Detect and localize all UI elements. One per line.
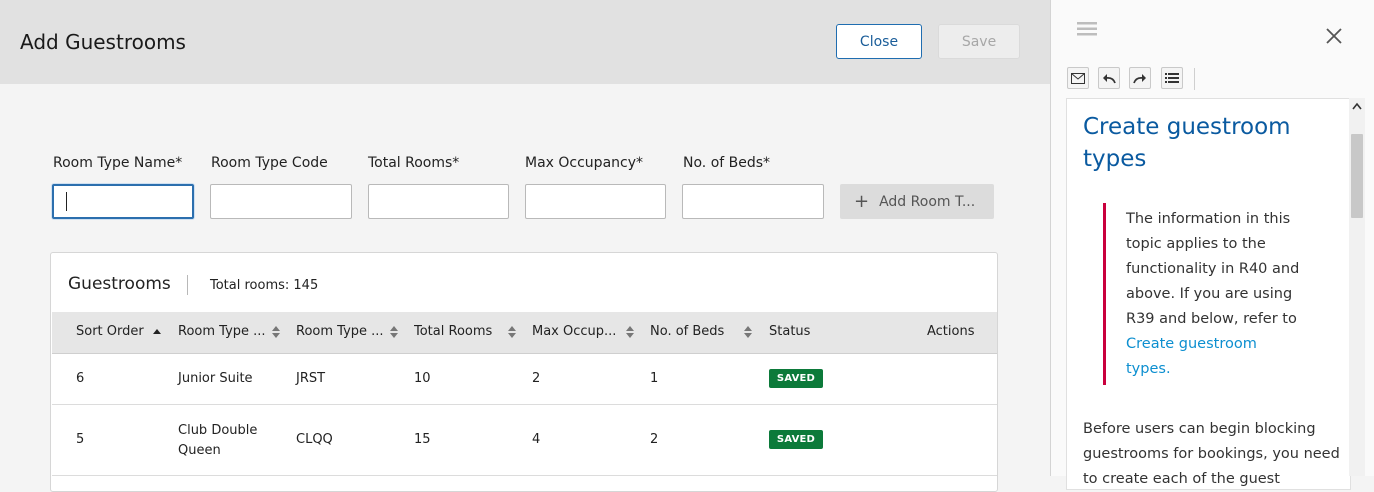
sort-icon[interactable] bbox=[744, 325, 752, 339]
column-header-room-type-code[interactable]: Room Type ... bbox=[296, 324, 386, 339]
room-type-name-input[interactable] bbox=[52, 184, 194, 219]
cell-max-occupancy: 4 bbox=[532, 432, 541, 447]
help-topic-title: Create guestroom types bbox=[1083, 114, 1291, 172]
forward-button[interactable] bbox=[1129, 67, 1151, 89]
back-icon bbox=[1103, 73, 1116, 83]
cell-no-of-beds: 1 bbox=[650, 371, 659, 386]
cell-room-type-code: CLQQ bbox=[296, 432, 333, 447]
add-room-type-label: Add Room T... bbox=[879, 193, 976, 210]
back-button[interactable] bbox=[1098, 67, 1120, 89]
cell-total-rooms: 10 bbox=[414, 371, 431, 386]
cell-no-of-beds: 2 bbox=[650, 432, 659, 447]
cell-room-type-name: Junior Suite bbox=[178, 371, 253, 386]
grid-header-row: Sort Order Room Type ... Room Type ... T… bbox=[52, 312, 997, 354]
column-header-total-rooms[interactable]: Total Rooms bbox=[414, 324, 506, 339]
save-button[interactable]: Save bbox=[938, 24, 1020, 59]
email-button[interactable] bbox=[1067, 67, 1089, 89]
help-content: Create guestroom types The information i… bbox=[1066, 98, 1351, 490]
sort-icon[interactable] bbox=[508, 325, 516, 339]
add-guestrooms-dialog: Add Guestrooms Close Save Room Type Name… bbox=[0, 0, 1050, 492]
note-link[interactable]: Create guestroom types. bbox=[1126, 336, 1257, 377]
column-header-max-occupancy[interactable]: Max Occup... bbox=[532, 324, 622, 339]
scroll-up-icon[interactable] bbox=[1352, 102, 1362, 110]
status-badge: SAVED bbox=[769, 369, 823, 388]
sort-asc-icon[interactable] bbox=[153, 325, 161, 339]
column-header-actions: Actions bbox=[927, 324, 975, 339]
room-type-name-label: Room Type Name* bbox=[53, 155, 183, 171]
total-rooms-count: Total rooms: 145 bbox=[210, 278, 319, 293]
total-rooms-input[interactable] bbox=[368, 184, 509, 219]
help-body-text: Before users can begin blocking guestroo… bbox=[1083, 421, 1340, 487]
cell-sort-order: 5 bbox=[76, 432, 85, 447]
help-scrollbar[interactable] bbox=[1349, 98, 1365, 476]
max-occupancy-label: Max Occupancy* bbox=[525, 155, 644, 171]
grid-title: Guestrooms bbox=[68, 274, 171, 294]
sort-icon[interactable] bbox=[390, 325, 398, 339]
cell-sort-order: 6 bbox=[76, 371, 85, 386]
sort-icon[interactable] bbox=[626, 325, 634, 339]
cell-room-type-name: Club Double Queen bbox=[178, 423, 258, 458]
max-occupancy-input[interactable] bbox=[525, 184, 666, 219]
room-type-code-label: Room Type Code bbox=[211, 155, 328, 171]
email-icon bbox=[1071, 72, 1085, 84]
plus-icon: + bbox=[854, 190, 870, 212]
column-header-room-type-name[interactable]: Room Type ... bbox=[178, 324, 268, 339]
note-text: The information in this topic applies to… bbox=[1126, 207, 1301, 382]
title-divider bbox=[187, 275, 188, 295]
sort-icon[interactable] bbox=[272, 325, 280, 339]
cell-max-occupancy: 2 bbox=[532, 371, 541, 386]
dialog-header: Add Guestrooms Close Save bbox=[0, 0, 1050, 84]
guestrooms-grid: Guestrooms Total rooms: 145 Sort Order R… bbox=[50, 252, 998, 492]
scroll-thumb[interactable] bbox=[1351, 134, 1363, 218]
no-of-beds-label: No. of Beds* bbox=[683, 155, 771, 171]
close-icon[interactable] bbox=[1325, 27, 1343, 45]
status-badge: SAVED bbox=[769, 430, 823, 449]
add-room-type-button[interactable]: + Add Room T... bbox=[840, 184, 994, 219]
cell-total-rooms: 15 bbox=[414, 432, 431, 447]
room-type-code-input[interactable] bbox=[210, 184, 352, 219]
column-header-status: Status bbox=[769, 324, 811, 339]
close-button[interactable]: Close bbox=[836, 24, 922, 59]
toolbar-divider bbox=[1194, 68, 1195, 90]
text-caret bbox=[66, 192, 67, 211]
note-body: The information in this topic applies to… bbox=[1126, 211, 1300, 327]
no-of-beds-input[interactable] bbox=[682, 184, 824, 219]
column-header-sort-order[interactable]: Sort Order bbox=[76, 324, 152, 339]
toc-button[interactable] bbox=[1161, 67, 1183, 89]
toc-icon bbox=[1165, 73, 1179, 83]
menu-icon[interactable] bbox=[1077, 21, 1097, 37]
table-row[interactable]: 6 Junior Suite JRST 10 2 1 SAVED bbox=[52, 354, 997, 405]
page-title: Add Guestrooms bbox=[20, 30, 186, 54]
cell-room-type-code: JRST bbox=[296, 371, 326, 386]
forward-icon bbox=[1133, 73, 1146, 83]
note-accent-bar bbox=[1103, 203, 1106, 385]
total-rooms-label: Total Rooms* bbox=[368, 155, 460, 171]
help-panel: Create guestroom types The information i… bbox=[1050, 0, 1374, 490]
column-header-no-of-beds[interactable]: No. of Beds bbox=[650, 324, 740, 339]
table-row[interactable]: 5 Club Double Queen CLQQ 15 4 2 SAVED bbox=[52, 405, 997, 476]
